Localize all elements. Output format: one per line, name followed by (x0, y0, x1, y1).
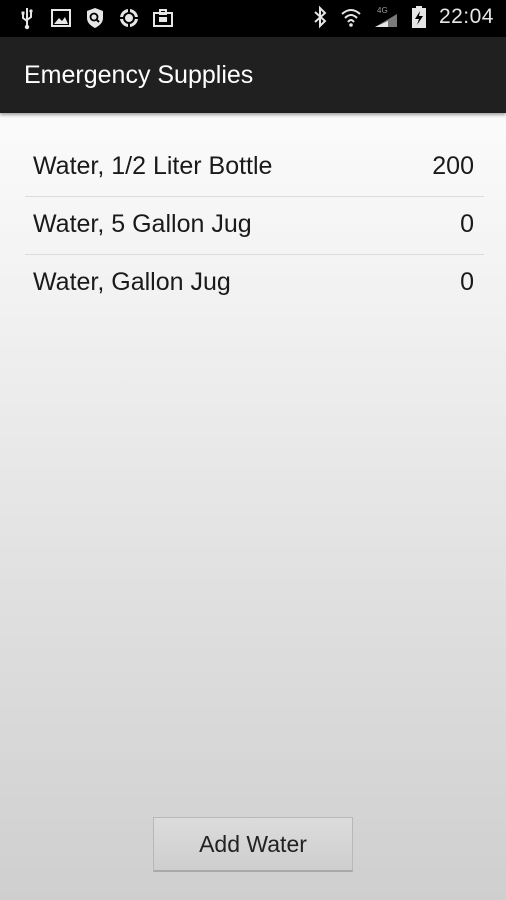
notification-icons (16, 6, 174, 30)
signal-icon: 4G (371, 5, 401, 29)
supply-quantity: 200 (432, 152, 474, 180)
battery-charging-icon (410, 5, 428, 29)
usb-icon (16, 6, 38, 30)
main-content: Water, 1/2 Liter Bottle 200 Water, 5 Gal… (0, 113, 506, 900)
list-item[interactable]: Water, 5 Gallon Jug 0 (25, 197, 484, 255)
app-screen: 4G 22:04 Emergency Supplies Water, 1/2 L… (0, 0, 506, 900)
action-bar: Emergency Supplies (0, 37, 506, 113)
sync-icon (118, 6, 140, 30)
supply-name: Water, 1/2 Liter Bottle (33, 152, 273, 180)
bluetooth-icon (309, 5, 331, 29)
image-icon (50, 6, 72, 30)
add-water-button[interactable]: Add Water (153, 817, 353, 872)
supply-name: Water, 5 Gallon Jug (33, 210, 252, 238)
supply-quantity: 0 (460, 210, 474, 238)
briefcase-icon (152, 6, 174, 30)
supply-name: Water, Gallon Jug (33, 268, 231, 296)
system-icons: 4G 22:04 (309, 5, 494, 29)
supply-list: Water, 1/2 Liter Bottle 200 Water, 5 Gal… (25, 139, 484, 312)
app-title: Emergency Supplies (24, 61, 254, 89)
shield-search-icon (84, 6, 106, 30)
status-clock: 22:04 (438, 5, 494, 28)
status-bar: 4G 22:04 (0, 0, 506, 37)
supply-quantity: 0 (460, 268, 474, 296)
network-type-label: 4G (377, 6, 388, 15)
wifi-icon (340, 5, 362, 29)
list-item[interactable]: Water, 1/2 Liter Bottle 200 (25, 139, 484, 197)
list-item[interactable]: Water, Gallon Jug 0 (25, 255, 484, 312)
